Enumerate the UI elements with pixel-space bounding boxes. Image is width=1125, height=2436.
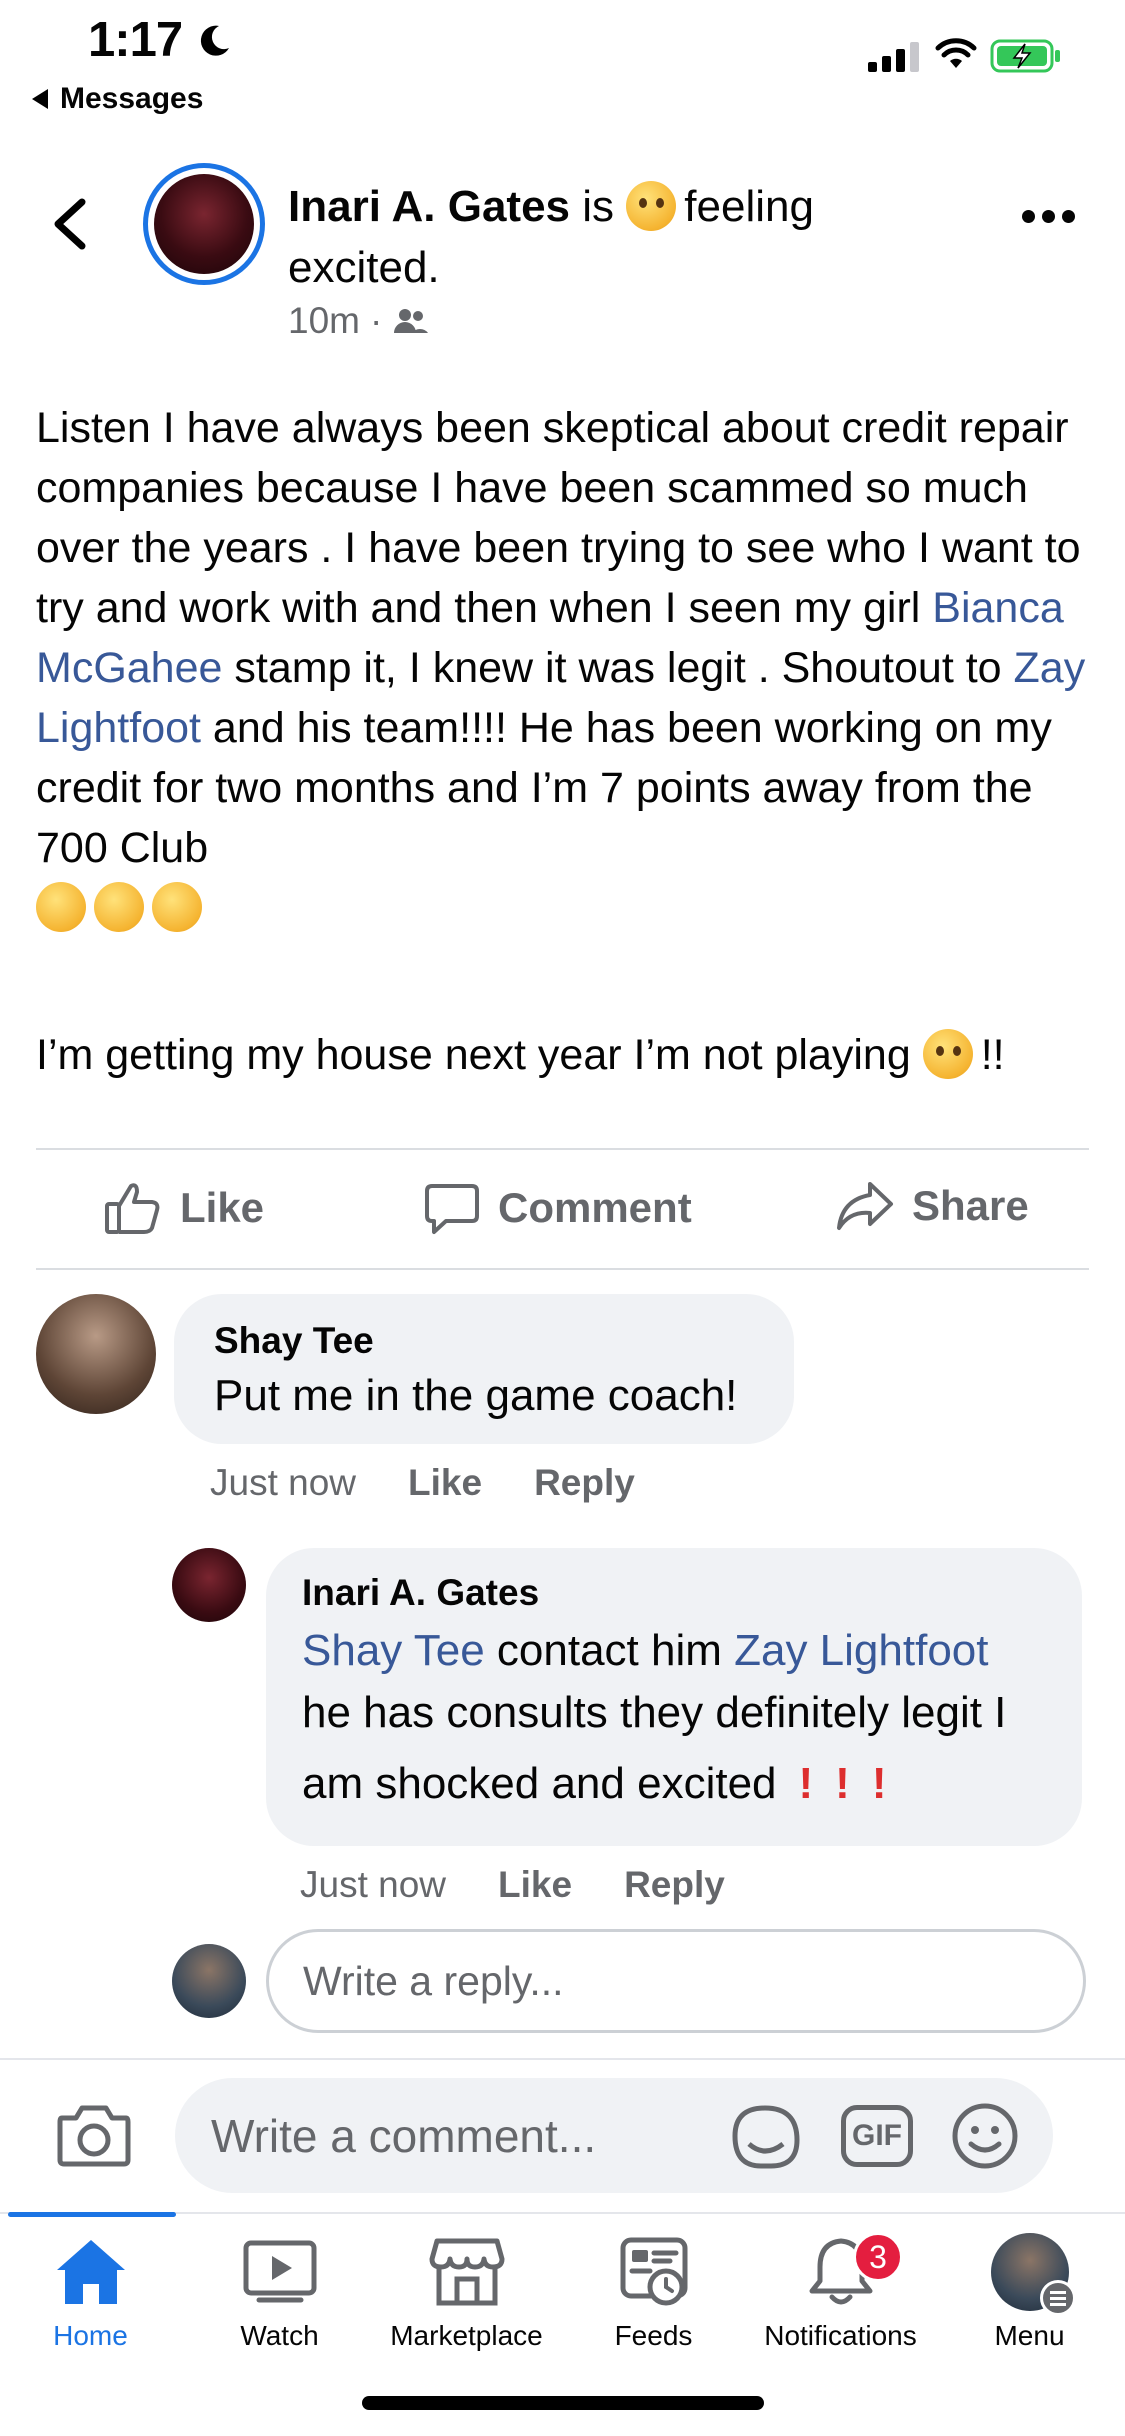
comment-input[interactable]: Write a comment... GIF [175,2078,1053,2193]
current-user-avatar [172,1944,246,2018]
watch-icon [243,2240,316,2303]
sticker-icon[interactable] [727,2100,803,2172]
smiling-emoji-icon [922,1029,973,1079]
author-name[interactable]: Inari A. Gates [288,182,570,231]
more-options-button[interactable] [1022,210,1075,223]
mention-shay[interactable]: Shay Tee [302,1626,485,1675]
exclamation-icon: ! [835,1759,850,1808]
comment-text: Put me in the game coach! [214,1371,738,1420]
tab-watch[interactable]: Watch [186,2232,373,2352]
exclamation-icon: ! [798,1759,814,1808]
reply-bubble: Inari A. Gates Shay Tee contact him Zay … [266,1548,1082,1846]
crying-emoji-icon [94,882,144,932]
author-avatar-story[interactable] [143,163,265,285]
emoji-icon[interactable] [951,2102,1019,2170]
active-tab-indicator [8,2212,176,2217]
home-indicator [362,2396,764,2410]
comment-like-button[interactable]: Like [408,1462,482,1504]
share-arrow-icon [837,1182,893,1230]
reply-author[interactable]: Inari A. Gates [302,1572,1046,1614]
post-text: Listen I have always been skeptical abou… [36,398,1096,938]
back-to-app-link[interactable]: Messages [32,82,203,116]
thumbs-up-icon [105,1183,160,1234]
gif-button[interactable]: GIF [841,2105,913,2167]
feeds-icon [620,2237,687,2306]
mention-zay-reply[interactable]: Zay Lightfoot [734,1626,988,1675]
menu-hamburger-icon [1040,2280,1076,2316]
reply-meta: Just now Like Reply [300,1864,725,1906]
post-time[interactable]: 10m [288,300,360,342]
reply-like-button[interactable]: Like [498,1864,572,1906]
reply-input[interactable]: Write a reply... [266,1929,1086,2033]
comment-meta: Just now Like Reply [210,1462,635,1504]
cellular-signal-icon [868,42,919,72]
comment-author[interactable]: Shay Tee [214,1320,754,1362]
star-struck-emoji-icon [626,181,677,231]
back-chevron-icon[interactable] [48,196,92,252]
camera-icon[interactable] [56,2100,132,2168]
commenter-avatar[interactable] [36,1294,156,1414]
comment-bubble-icon [425,1184,479,1234]
post-text-second: I’m getting my house next year I’m not p… [36,1029,1005,1079]
notification-badge: 3 [853,2232,903,2282]
flushed-emoji-icon [36,882,86,932]
comment-bubble: Shay Tee Put me in the game coach! [174,1294,794,1444]
post-header-text: Inari A. Gates is feeling excited. [288,181,814,292]
back-triangle-icon [32,89,48,109]
comment-reply-button[interactable]: Reply [534,1462,635,1504]
reply-reply-button[interactable]: Reply [624,1864,725,1906]
battery-charging-icon [990,39,1060,73]
status-time: 1:17 [88,12,233,68]
friends-audience-icon [394,309,429,333]
like-button[interactable]: Like [104,1180,264,1236]
wifi-icon [935,38,977,68]
tab-menu[interactable]: Menu [936,2232,1123,2352]
divider [0,2058,1125,2060]
comment-time: Just now [210,1462,357,1503]
tab-notifications[interactable]: 3 Notifications [747,2232,934,2352]
comment-button[interactable]: Comment [424,1180,692,1236]
divider [36,1148,1089,1150]
home-icon [56,2240,125,2304]
avatar [154,174,254,274]
exclamation-icon: ! [871,1759,887,1808]
tab-home[interactable]: Home [0,2232,184,2352]
divider [36,1268,1089,1270]
moon-icon [200,25,229,56]
reply-time: Just now [300,1864,447,1905]
party-face-emoji-icon [152,882,202,932]
post-meta: 10m · [288,300,430,342]
tab-feeds[interactable]: Feeds [560,2232,747,2352]
tab-marketplace[interactable]: Marketplace [373,2232,560,2352]
marketplace-icon [429,2238,504,2306]
reply-author-avatar[interactable] [172,1548,246,1622]
share-button[interactable]: Share [836,1180,1029,1232]
